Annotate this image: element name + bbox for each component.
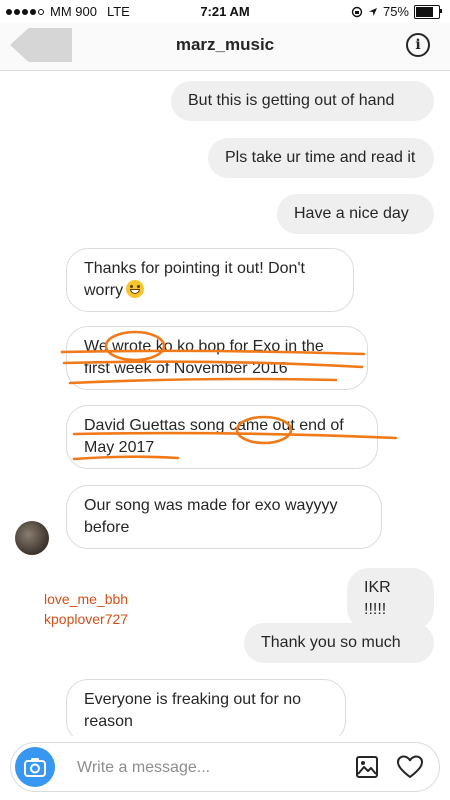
message-thread[interactable]: But this is getting out of hand Pls take…	[0, 71, 450, 736]
message-text: Everyone is freaking out for no reason	[84, 691, 302, 730]
message-bubble-outgoing[interactable]: Pls take ur time and read it	[208, 138, 434, 178]
message-input[interactable]	[75, 753, 329, 783]
message-bubble-incoming[interactable]: We wrote ko ko bop for Exo in the first …	[66, 326, 368, 390]
message-text: Thank you so much	[261, 634, 401, 651]
battery-icon	[414, 4, 442, 19]
composer-bar	[0, 736, 450, 800]
camera-button[interactable]	[15, 747, 55, 787]
avatar[interactable]	[15, 521, 49, 555]
message-bubble-outgoing[interactable]: Thank you so much	[244, 623, 434, 663]
location-icon	[368, 7, 377, 16]
overlay-username: love_me_bbh	[44, 591, 129, 607]
camera-icon	[24, 758, 46, 777]
message-text: Pls take ur time and read it	[225, 149, 416, 166]
status-bar: MM 900 LTE 7:21 AM 75%	[0, 0, 450, 22]
message-bubble-outgoing[interactable]: But this is getting out of hand	[171, 81, 434, 121]
message-text-line: May 2017	[84, 439, 155, 456]
message-bubble-incoming[interactable]: Everyone is freaking out for no reason	[66, 679, 346, 736]
composer-box	[10, 742, 440, 792]
overlay-username: kpoplover727	[44, 611, 129, 627]
message-text-line: We wrote ko ko bop for Exo in the	[84, 338, 324, 355]
message-bubble-outgoing[interactable]: IKR !!!!!	[347, 568, 434, 630]
info-icon: i	[415, 37, 421, 53]
gallery-icon	[356, 756, 378, 778]
chat-title[interactable]: marz_music	[0, 35, 450, 55]
message-text: Our song was made for exo wayyyy before	[84, 497, 338, 536]
message-text-line: David Guettas song came out end of	[84, 417, 344, 434]
message-bubble-incoming[interactable]: David Guettas song came out end of May 2…	[66, 405, 378, 469]
message-text-line: first week of November 2016	[84, 360, 288, 377]
gallery-button[interactable]	[355, 755, 379, 779]
heart-button[interactable]	[397, 755, 423, 779]
rotation-lock-icon	[351, 6, 363, 17]
grinning-emoji-icon	[126, 280, 145, 298]
message-bubble-incoming[interactable]: Thanks for pointing it out! Don't worry	[66, 248, 354, 312]
message-text: IKR !!!!!	[364, 579, 391, 618]
status-right: 75%	[351, 4, 442, 19]
chat-header: marz_music i	[0, 22, 450, 71]
message-text: But this is getting out of hand	[188, 92, 395, 109]
message-text: Have a nice day	[294, 205, 409, 222]
heart-icon	[397, 755, 423, 778]
message-bubble-outgoing[interactable]: Have a nice day	[277, 194, 434, 234]
message-text: Thanks for pointing it out! Don't worry	[84, 260, 305, 299]
info-button[interactable]: i	[406, 33, 430, 57]
battery-percent: 75%	[382, 4, 409, 19]
message-bubble-incoming[interactable]: Our song was made for exo wayyyy before	[66, 485, 382, 549]
